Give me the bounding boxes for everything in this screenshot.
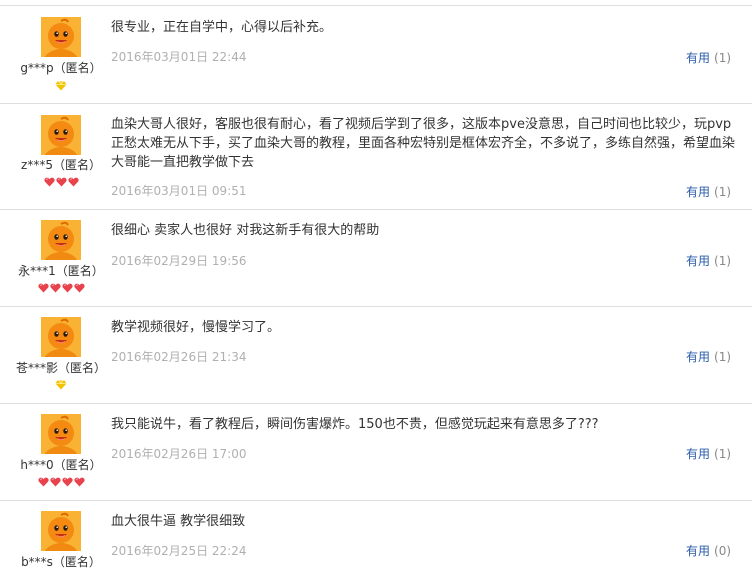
review-text: 血染大哥人很好，客服也很有耐心，看了视频后学到了很多，这版本pve没意思，自己时… xyxy=(111,117,736,170)
review-date: 2016年02月25日 22:24 xyxy=(111,544,247,558)
heart-icon xyxy=(49,283,61,293)
avatar-icon[interactable] xyxy=(41,414,81,454)
avatar-icon[interactable] xyxy=(41,115,81,155)
useful-label[interactable]: 有用 xyxy=(686,350,710,364)
diamond-icon xyxy=(55,380,67,390)
review-text: 我只能说牛，看了教程后，瞬间伤害爆炸。150也不贵，但感觉玩起来有意思多了??? xyxy=(111,417,599,432)
useful-button[interactable]: 有用 (0) xyxy=(686,542,731,559)
review-item: 血染大哥人很好，客服也很有耐心，看了视频后学到了很多，这版本pve没意思，自己时… xyxy=(0,104,752,210)
buyer-level-badge xyxy=(0,177,122,189)
review-item: 很专业，正在自学中，心得以后补充。 2016年03月01日 22:44 有用 (1… xyxy=(0,6,752,104)
heart-icon xyxy=(61,283,73,293)
useful-button[interactable]: 有用 (1) xyxy=(686,445,731,462)
avatar-icon[interactable] xyxy=(41,17,81,57)
useful-button[interactable]: 有用 (1) xyxy=(686,348,731,365)
useful-label[interactable]: 有用 xyxy=(686,185,710,199)
avatar-icon[interactable] xyxy=(41,220,81,260)
heart-icon xyxy=(67,177,79,187)
buyer-level-badge xyxy=(0,81,122,93)
useful-button[interactable]: 有用 (1) xyxy=(686,252,731,269)
heart-icon xyxy=(55,177,67,187)
useful-count: (0) xyxy=(714,544,732,558)
reviewer-name: h***0（匿名） xyxy=(20,458,102,472)
useful-count: (1) xyxy=(714,185,732,199)
reviewer-name: b***s（匿名） xyxy=(21,555,101,569)
useful-button[interactable]: 有用 (1) xyxy=(686,183,731,200)
buyer-level-badge xyxy=(0,380,122,392)
useful-count: (1) xyxy=(714,350,732,364)
review-item: 血大很牛逼 教学很细致 2016年02月25日 22:24 有用 (0) b***… xyxy=(0,501,752,575)
reviewer-name: 永***1（匿名） xyxy=(18,264,104,278)
useful-label[interactable]: 有用 xyxy=(686,544,710,558)
reviewer-name: 苍***影（匿名） xyxy=(15,361,106,375)
review-date: 2016年02月26日 17:00 xyxy=(111,447,247,461)
diamond-icon xyxy=(55,81,67,91)
heart-icon xyxy=(43,177,55,187)
useful-count: (1) xyxy=(714,51,732,65)
useful-count: (1) xyxy=(714,447,732,461)
heart-icon xyxy=(37,283,49,293)
review-text: 很细心 卖家人也很好 对我这新手有很大的帮助 xyxy=(111,223,380,238)
reviewer-name: g***p（匿名） xyxy=(20,61,102,75)
avatar-icon[interactable] xyxy=(41,511,81,551)
review-text: 教学视频很好，慢慢学习了。 xyxy=(111,320,281,335)
buyer-level-badge xyxy=(0,283,122,295)
review-date: 2016年02月29日 19:56 xyxy=(111,254,247,268)
review-date: 2016年03月01日 22:44 xyxy=(111,50,247,64)
useful-label[interactable]: 有用 xyxy=(686,51,710,65)
avatar-icon[interactable] xyxy=(41,317,81,357)
review-text: 血大很牛逼 教学很细致 xyxy=(111,514,246,529)
heart-icon xyxy=(37,477,49,487)
review-item: 很细心 卖家人也很好 对我这新手有很大的帮助 2016年02月29日 19:56… xyxy=(0,210,752,307)
review-date: 2016年03月01日 09:51 xyxy=(111,184,247,198)
reviewer-name: z***5（匿名） xyxy=(21,158,101,172)
useful-count: (1) xyxy=(714,254,732,268)
review-item: 教学视频很好，慢慢学习了。 2016年02月26日 21:34 有用 (1) 苍*… xyxy=(0,307,752,404)
useful-label[interactable]: 有用 xyxy=(686,254,710,268)
review-date: 2016年02月26日 21:34 xyxy=(111,350,247,364)
heart-icon xyxy=(73,477,85,487)
review-item: 我只能说牛，看了教程后，瞬间伤害爆炸。150也不贵，但感觉玩起来有意思多了???… xyxy=(0,404,752,501)
review-text: 很专业，正在自学中，心得以后补充。 xyxy=(111,20,333,35)
useful-label[interactable]: 有用 xyxy=(686,447,710,461)
heart-icon xyxy=(49,477,61,487)
useful-button[interactable]: 有用 (1) xyxy=(686,49,731,66)
heart-icon xyxy=(61,477,73,487)
buyer-level-badge xyxy=(0,477,122,489)
heart-icon xyxy=(73,283,85,293)
